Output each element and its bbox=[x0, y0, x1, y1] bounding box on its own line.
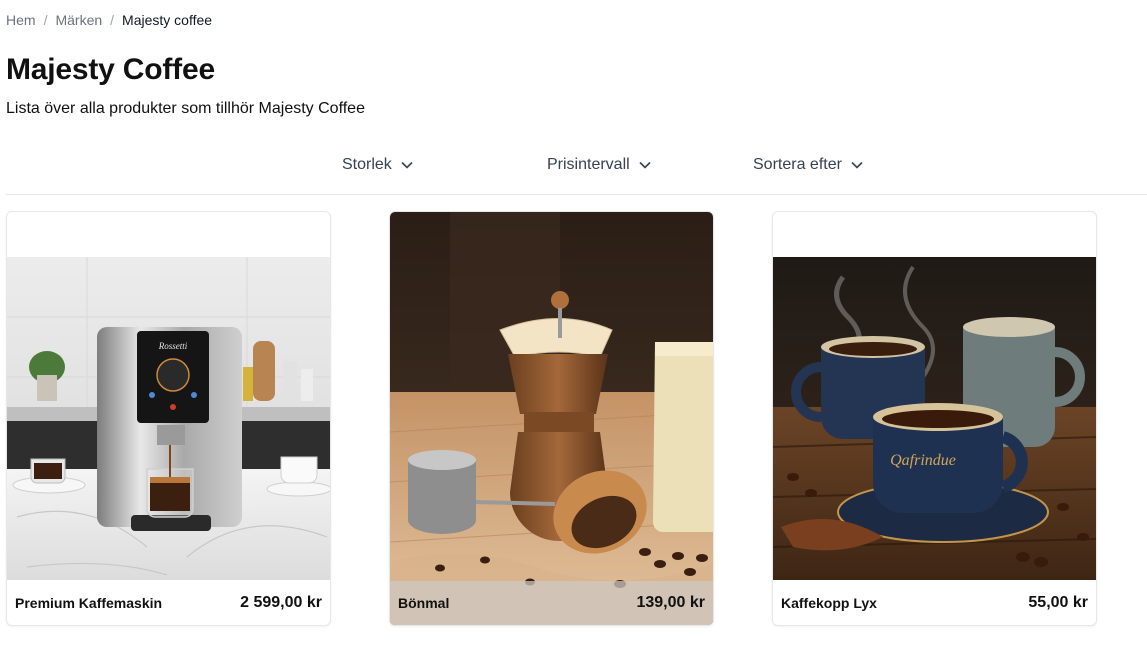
breadcrumb: Hem / Märken / Majesty coffee bbox=[6, 12, 212, 28]
product-card[interactable]: Qafrindue Kaffekopp Lyx 55,00 kr bbox=[772, 211, 1097, 626]
chevron-down-icon bbox=[401, 161, 413, 169]
filter-bar: Storlek Prisintervall Sortera efter bbox=[6, 140, 1147, 195]
size-filter-dropdown[interactable]: Storlek bbox=[342, 156, 414, 174]
sort-label: Sortera efter bbox=[753, 156, 842, 173]
breadcrumb-separator: / bbox=[110, 12, 115, 28]
product-price: 2 599,00 kr bbox=[240, 594, 322, 611]
product-card-footer: Bönmal 139,00 kr bbox=[390, 581, 713, 625]
product-name: Premium Kaffemaskin bbox=[15, 595, 163, 611]
size-filter-label: Storlek bbox=[342, 156, 392, 173]
product-image-grinder bbox=[390, 212, 713, 625]
breadcrumb-home-link[interactable]: Hem bbox=[6, 12, 36, 28]
product-card-footer: Premium Kaffemaskin 2 599,00 kr bbox=[7, 581, 330, 625]
sort-dropdown[interactable]: Sortera efter bbox=[753, 156, 864, 174]
price-range-filter-label: Prisintervall bbox=[547, 156, 630, 173]
product-name: Kaffekopp Lyx bbox=[781, 595, 877, 611]
chevron-down-icon bbox=[851, 161, 863, 169]
machine-brand-text: Rossetti bbox=[158, 341, 188, 351]
product-card[interactable]: Rossetti Premium Kaffemaskin 2 599,00 kr bbox=[6, 211, 331, 626]
page-title: Majesty Coffee bbox=[6, 53, 215, 86]
chevron-down-icon bbox=[639, 161, 651, 169]
product-image-coffee-cups: Qafrindue bbox=[773, 257, 1096, 580]
price-range-filter-dropdown[interactable]: Prisintervall bbox=[547, 156, 652, 174]
breadcrumb-brands-link[interactable]: Märken bbox=[55, 12, 102, 28]
product-card[interactable]: Bönmal 139,00 kr bbox=[389, 211, 714, 626]
breadcrumb-separator: / bbox=[43, 12, 48, 28]
product-price: 139,00 kr bbox=[636, 594, 705, 611]
page-subtitle: Lista över alla produkter som tillhör Ma… bbox=[6, 100, 365, 117]
product-price: 55,00 kr bbox=[1028, 594, 1088, 611]
cup-text: Qafrindue bbox=[890, 452, 956, 469]
product-card-footer: Kaffekopp Lyx 55,00 kr bbox=[773, 581, 1096, 625]
product-name: Bönmal bbox=[398, 595, 450, 611]
breadcrumb-current: Majesty coffee bbox=[122, 12, 213, 28]
product-image-coffee-machine: Rossetti bbox=[7, 257, 330, 580]
